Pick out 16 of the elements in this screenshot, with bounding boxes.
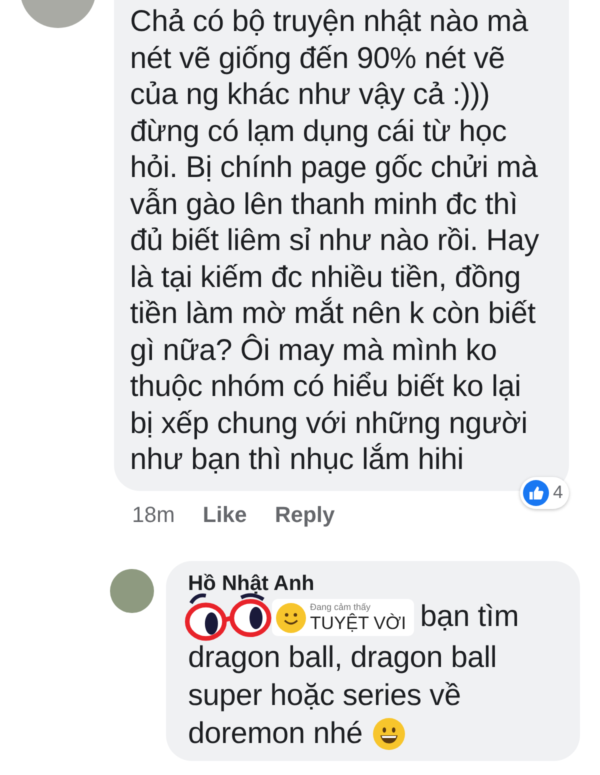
author-name[interactable]: Hồ Nhật Anh <box>188 570 570 596</box>
sticker-caption: Đang cảm thấy <box>310 602 372 613</box>
reply-text: bạn tìm <box>420 599 519 636</box>
sticker-feeling: TUYỆT VỜI <box>310 613 406 633</box>
smiley-icon <box>276 602 306 632</box>
thumbs-up-icon <box>522 480 549 506</box>
reply-text-line: dragon ball, dragon ball <box>188 640 497 676</box>
comment-time: 18m <box>132 502 175 528</box>
comment-action-link[interactable]: Reply <box>274 502 335 528</box>
reply-text-line: doremon nhé <box>188 716 363 752</box>
comment-text: Chả có bộ truyện nhật nào mà nét vẽ giống đến 90% nét vẽ của ng khác như vậy cả :))) đừng có lạm dụng cái từ học hỏi. Bị chính page gốc chửi mà vẫn gào lên thanh minh đc thì đủ biết liêm sỉ như nào rồi. Hay là tại kiếm đc nhiều tiền, đồng tiền làm mờ mắt nên k còn biết gì nữa? Ôi may mà mình ko thuộc nhóm có hiểu biết ko lại bị xếp chung với những người như bạn thì nhục lắm hihi <box>130 4 540 478</box>
comment-action-link[interactable]: Like <box>202 502 247 528</box>
avatar-photo-placeholder <box>110 568 154 612</box>
reaction-badge[interactable]: 4 <box>520 476 569 508</box>
reply-text-line: super hoặc series về <box>188 678 461 714</box>
grinning-face-icon <box>372 718 405 750</box>
